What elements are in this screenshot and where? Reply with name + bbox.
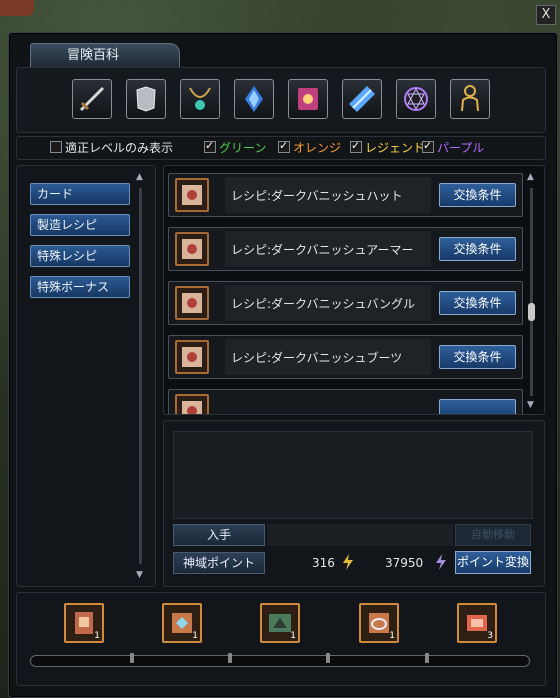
exchange-conditions-button[interactable]: 交換条件 (439, 237, 516, 261)
progress-tick (130, 653, 134, 663)
level-only-filter[interactable]: 適正レベルのみ表示 (50, 140, 173, 156)
close-button[interactable]: X (536, 5, 556, 25)
window-title: 冒険百科 (30, 43, 180, 67)
crystal-cluster-icon (245, 86, 263, 112)
points-value-1: 316 (312, 556, 335, 570)
points-label: 神域ポイント (173, 552, 265, 574)
item-name: レシピ:ダークバニッシュバングル (231, 297, 416, 311)
orange-checkbox[interactable] (278, 138, 290, 154)
crystal-category-button[interactable] (342, 79, 382, 119)
legend-checkbox[interactable] (350, 138, 362, 154)
crystal-point-icon (436, 554, 446, 570)
purple-label: パープル (437, 141, 485, 155)
reward-count: 1 (94, 631, 100, 641)
reward-slot[interactable]: 1 (64, 603, 104, 643)
points-value-2: 37950 (385, 556, 424, 570)
armor-icon (136, 86, 156, 112)
list-item[interactable]: レシピ:ダークバニッシュバングル 交換条件 (168, 281, 523, 325)
list-scrollbar[interactable] (530, 188, 533, 396)
item-name: レシピ:ダークバニッシュブーツ (231, 351, 403, 365)
list-scroll-up-icon[interactable]: ▲ (527, 172, 534, 182)
lightning-point-icon (343, 554, 353, 570)
list-item-partial[interactable] (168, 389, 523, 414)
orange-label: オレンジ (293, 141, 342, 155)
exchange-conditions-button[interactable]: 交換条件 (439, 291, 516, 315)
figure-category-button[interactable] (450, 79, 490, 119)
figure-icon (461, 85, 479, 112)
recipe-list: レシピ:ダークバニッシュハット 交換条件 レシピ:ダークバニッシュアーマー 交換… (163, 165, 545, 415)
progress-tick (425, 653, 429, 663)
list-item[interactable]: レシピ:ダークバニッシュハット 交換条件 (168, 173, 523, 217)
spellbook-icon (298, 88, 318, 110)
acquire-field (267, 524, 453, 546)
crystal-icon (349, 86, 375, 112)
recipe-scroll-icon (175, 394, 209, 414)
reward-progress-track (30, 655, 530, 667)
item-name: レシピ:ダークバニッシュハット (231, 189, 403, 203)
orange-filter[interactable]: オレンジ (278, 138, 342, 156)
list-item[interactable]: レシピ:ダークバニッシュアーマー 交換条件 (168, 227, 523, 271)
necklace-category-button[interactable] (180, 79, 220, 119)
magic-circle-category-button[interactable] (396, 79, 436, 119)
recipe-scroll-icon (175, 178, 209, 212)
crystal-cluster-category-button[interactable] (234, 79, 274, 119)
reward-count: 1 (192, 631, 198, 641)
progress-tick (228, 653, 232, 663)
progress-tick (326, 653, 330, 663)
legend-filter[interactable]: レジェンド (350, 138, 426, 156)
exchange-conditions-button[interactable] (439, 399, 516, 414)
purple-checkbox[interactable] (422, 138, 434, 154)
green-filter[interactable]: グリーン (204, 138, 267, 156)
magic-circle-icon (404, 87, 428, 111)
reward-slot[interactable]: 1 (162, 603, 202, 643)
list-item[interactable]: レシピ:ダークバニッシュブーツ 交換条件 (168, 335, 523, 379)
reward-slot[interactable]: 1 (260, 603, 300, 643)
item-detail-area (173, 431, 533, 519)
necklace-icon (189, 87, 211, 110)
level-only-checkbox[interactable] (50, 141, 62, 153)
sidebar-scroll-down-icon[interactable]: ▼ (136, 570, 143, 580)
reward-count: 1 (389, 631, 395, 641)
auto-move-button[interactable]: 自動移動 (455, 524, 531, 546)
exchange-conditions-button[interactable]: 交換条件 (439, 183, 516, 207)
acquire-label: 入手 (173, 524, 265, 546)
reward-count: 3 (487, 631, 493, 641)
recipe-scroll-icon (175, 232, 209, 266)
item-name: レシピ:ダークバニッシュアーマー (231, 243, 414, 257)
green-label: グリーン (219, 141, 267, 155)
armor-category-button[interactable] (126, 79, 166, 119)
reward-count: 1 (290, 631, 296, 641)
sword-category-button[interactable] (72, 79, 112, 119)
exchange-conditions-button[interactable]: 交換条件 (439, 345, 516, 369)
convert-points-button[interactable]: ポイント変換 (455, 551, 531, 574)
reward-slot[interactable]: 3 (457, 603, 497, 643)
sidebar-item-crafting-recipe[interactable]: 製造レシピ (30, 214, 130, 236)
level-only-label: 適正レベルのみ表示 (65, 141, 174, 155)
sidebar-item-card[interactable]: カード (30, 183, 130, 205)
window-corner-decoration (0, 0, 34, 16)
list-scroll-thumb[interactable] (528, 303, 535, 321)
recipe-scroll-icon (175, 286, 209, 320)
spellbook-category-button[interactable] (288, 79, 328, 119)
purple-filter[interactable]: パープル (422, 138, 485, 156)
green-checkbox[interactable] (204, 138, 216, 154)
sidebar-scrollbar[interactable] (139, 188, 142, 564)
recipe-scroll-icon (175, 340, 209, 374)
list-scroll-down-icon[interactable]: ▼ (527, 400, 534, 410)
legend-label: レジェンド (365, 141, 426, 155)
sidebar-item-special-recipe[interactable]: 特殊レシピ (30, 245, 130, 267)
reward-slot[interactable]: 1 (359, 603, 399, 643)
sidebar-scroll-up-icon[interactable]: ▲ (136, 172, 143, 182)
sword-icon (79, 86, 105, 112)
sidebar-item-special-bonus[interactable]: 特殊ボーナス (30, 276, 130, 298)
